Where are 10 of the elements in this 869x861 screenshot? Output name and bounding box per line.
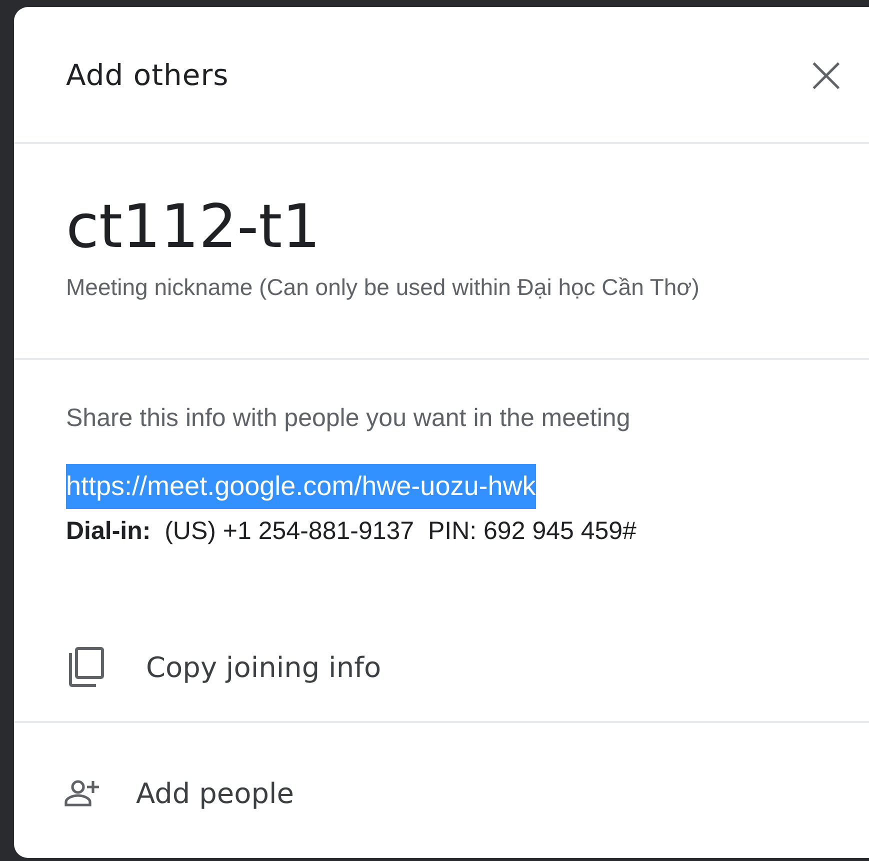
meeting-nickname: ct112-t1 — [66, 192, 322, 262]
dialog-title: Add others — [66, 58, 229, 92]
add-person-icon — [64, 779, 102, 807]
copy-icon — [66, 645, 106, 689]
close-button[interactable]: × — [794, 48, 858, 100]
add-people-button[interactable]: Add people — [136, 776, 294, 810]
share-instructions: Share this info with people you want in the meeting — [66, 404, 632, 433]
nickname-note: Meeting nickname (Can only be used within Đại học Cần Thơ) — [66, 274, 700, 301]
copy-info-button[interactable]: Copy joining info — [146, 650, 382, 684]
dial-in-info: Dial-in: (US) +1 254-881-9137 PIN: 692 945 459# — [66, 517, 638, 546]
